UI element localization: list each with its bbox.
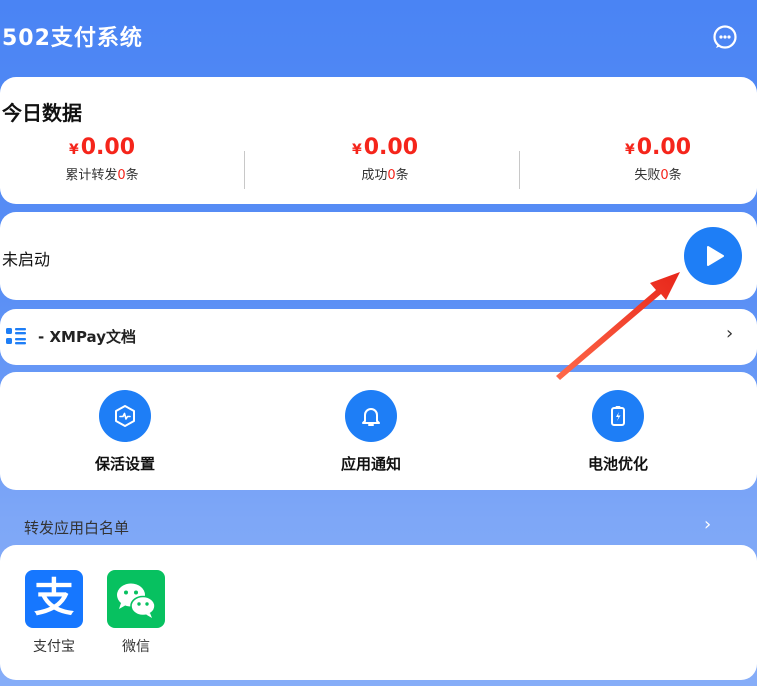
alipay-icon: 支 [25,570,83,628]
whitelist-title: 转发应用白名单 [24,519,130,537]
stat-success-amount: ¥0.00 [351,135,419,160]
wechat-icon [107,570,165,628]
battery-optimization-button[interactable]: 电池优化 [558,390,678,474]
docs-label: - XMPay文档 [38,328,136,346]
whitelist-chevron-icon[interactable]: › [704,514,711,535]
app-name: 支付宝 [33,639,75,655]
app-item-wechat[interactable]: 微信 [106,570,166,656]
service-status-text: 未启动 [2,250,51,269]
stat-forwarded: ¥0.00 累计转发0条 [2,135,202,183]
stat-failed: ¥0.00 失败0条 [558,135,757,183]
chevron-right-icon: › [726,323,734,344]
today-data-card: 今日数据 ¥0.00 累计转发0条 ¥0.00 成功0条 ¥0.00 失败0条 [0,77,757,204]
app-item-alipay[interactable]: 支 支付宝 [24,570,84,656]
list-icon [6,327,28,351]
stat-failed-label: 失败0条 [634,168,682,183]
stat-divider [244,151,245,189]
whitelist-apps-card: 支 支付宝 微信 [0,545,757,680]
app-name: 微信 [122,639,150,655]
app-title: 502支付系统 [2,26,143,51]
stat-forwarded-label: 累计转发0条 [65,168,139,183]
stat-divider [519,151,520,189]
chat-bubble-icon[interactable] [710,22,740,52]
battery-icon [592,390,644,442]
battery-label: 电池优化 [587,455,648,473]
stat-success-label: 成功0条 [361,168,409,183]
play-icon [707,246,724,266]
bell-icon [345,390,397,442]
today-data-title: 今日数据 [2,101,82,125]
stat-forwarded-amount: ¥0.00 [68,135,136,160]
notification-label: 应用通知 [340,455,401,473]
stat-failed-amount: ¥0.00 [624,135,692,160]
service-status-card: 未启动 [0,212,757,300]
app-notification-button[interactable]: 应用通知 [311,390,431,474]
keepalive-settings-button[interactable]: 保活设置 [65,390,185,474]
start-service-button[interactable] [684,227,742,285]
app-header: 502支付系统 [0,0,757,76]
tools-card: 保活设置 应用通知 电池优化 [0,372,757,490]
keepalive-label: 保活设置 [94,455,155,473]
keepalive-icon [99,390,151,442]
docs-row[interactable]: - XMPay文档 › [0,309,757,365]
stat-success: ¥0.00 成功0条 [285,135,485,183]
